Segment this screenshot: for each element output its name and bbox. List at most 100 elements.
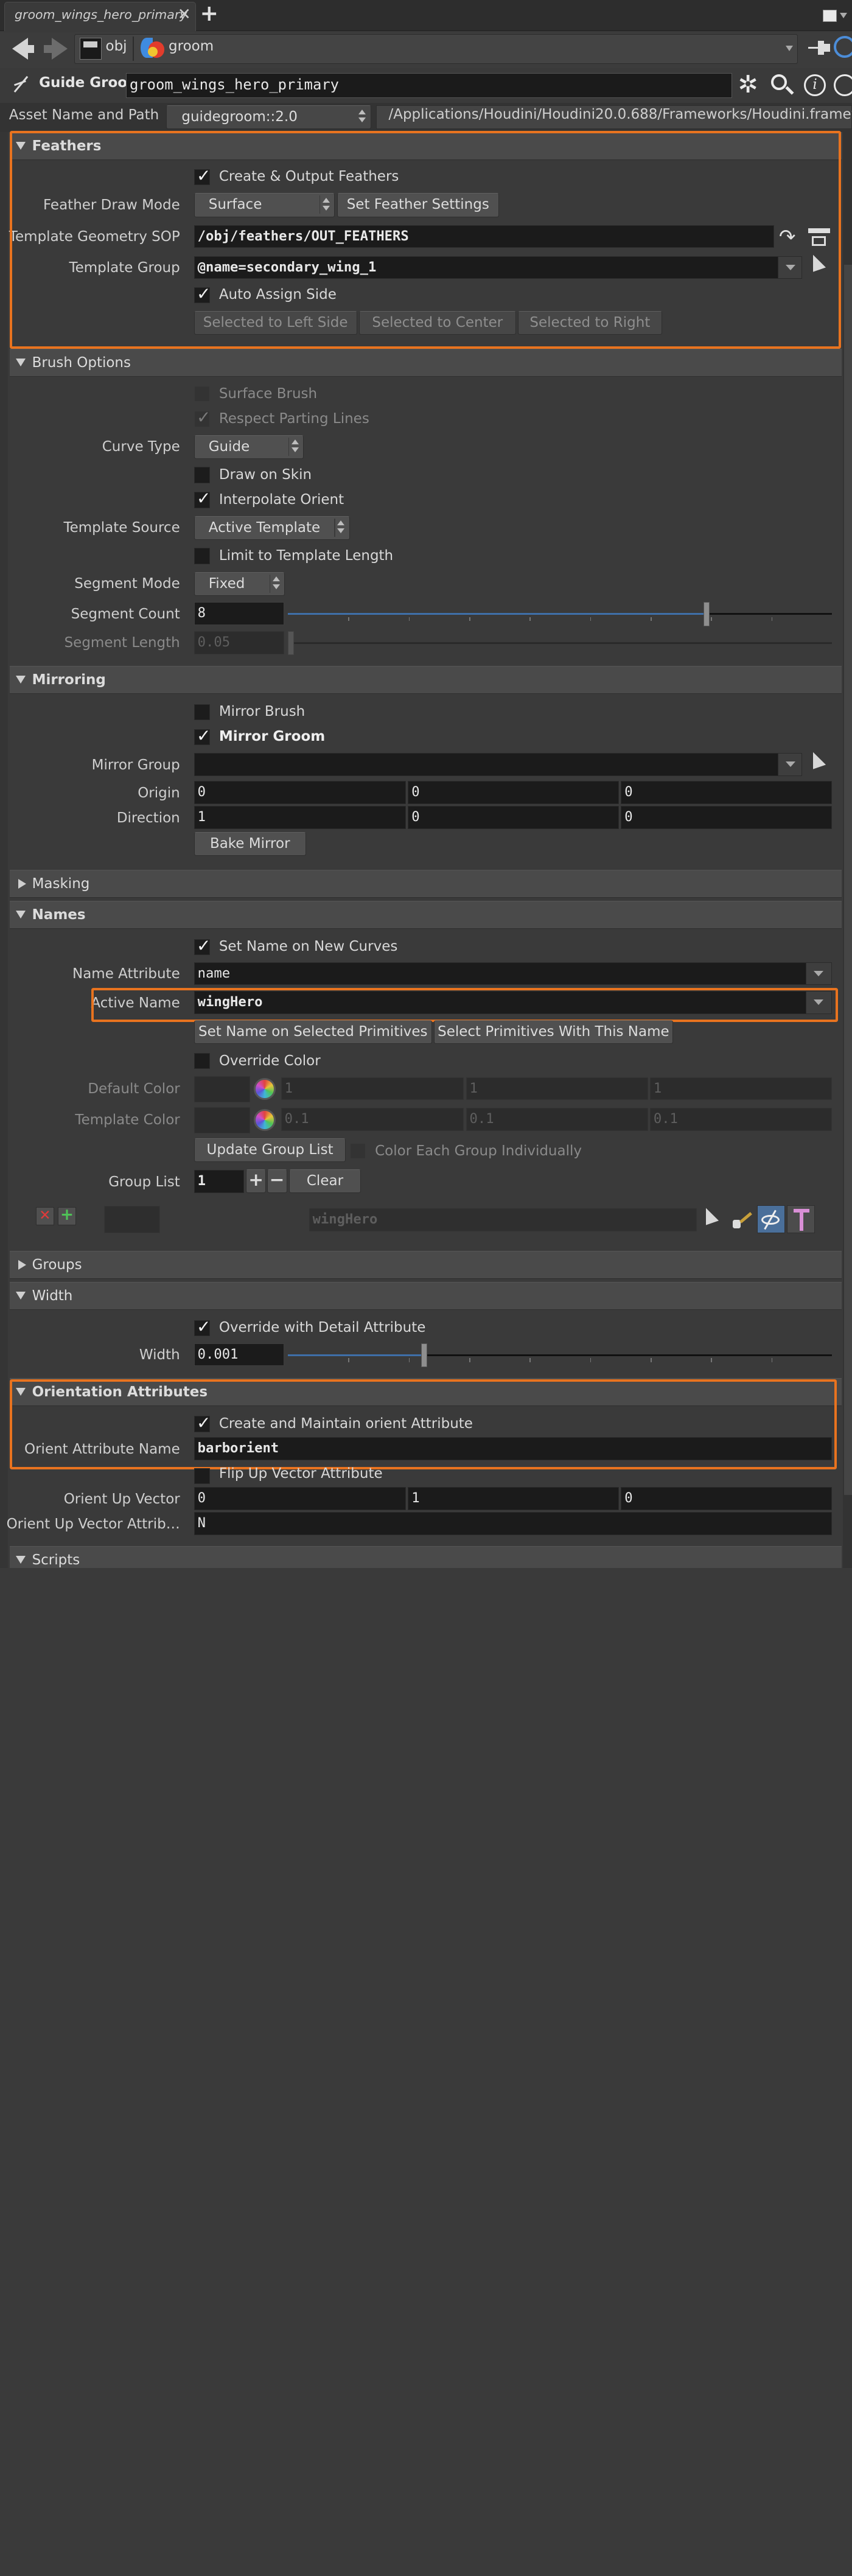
mirror-groom-checkbox[interactable]: ✓ bbox=[194, 727, 211, 746]
segment-count-slider[interactable] bbox=[288, 602, 832, 626]
origin-x[interactable]: 0 bbox=[194, 781, 407, 804]
section-width[interactable]: Width bbox=[10, 1282, 842, 1311]
group-add-button[interactable]: + bbox=[246, 1169, 267, 1194]
active-name-field[interactable]: wingHero bbox=[194, 991, 808, 1014]
segment-length-slider[interactable] bbox=[288, 631, 832, 656]
direction-z[interactable]: 0 bbox=[621, 806, 832, 830]
section-groups[interactable]: Groups bbox=[10, 1251, 842, 1279]
default-color-g[interactable]: 1 bbox=[466, 1077, 648, 1101]
path-groom[interactable]: groom bbox=[169, 38, 214, 54]
name-attribute-dropdown[interactable] bbox=[806, 962, 832, 985]
orient-up-attr-field[interactable]: N bbox=[194, 1512, 832, 1535]
mirror-group-field[interactable] bbox=[194, 753, 780, 776]
segment-length-field[interactable]: 0.05 bbox=[194, 631, 284, 654]
group-remove-button[interactable]: − bbox=[267, 1169, 287, 1194]
color-wheel-icon[interactable] bbox=[254, 1109, 276, 1132]
default-color-r[interactable]: 1 bbox=[281, 1077, 464, 1101]
mirror-brush-checkbox[interactable] bbox=[194, 704, 211, 720]
selected-left-button[interactable]: Selected to Left Side bbox=[194, 310, 357, 335]
template-color-g[interactable]: 0.1 bbox=[466, 1108, 648, 1132]
chevron-down-icon[interactable] bbox=[785, 45, 793, 52]
gear-icon[interactable]: ✲ bbox=[738, 72, 758, 97]
select-pointer-icon[interactable] bbox=[812, 254, 826, 276]
path-field[interactable]: obj groom bbox=[74, 33, 798, 65]
set-name-checkbox[interactable]: ✓ bbox=[194, 937, 211, 956]
update-group-list-button[interactable]: Update Group List bbox=[194, 1138, 346, 1163]
scrollbar-thumb[interactable] bbox=[843, 265, 852, 1496]
mirror-group-dropdown[interactable] bbox=[778, 753, 802, 776]
set-name-selected-button[interactable]: Set Name on Selected Primitives bbox=[194, 1020, 432, 1045]
interpolate-orient-checkbox[interactable]: ✓ bbox=[194, 489, 211, 508]
select-pointer-icon[interactable] bbox=[705, 1208, 719, 1230]
select-primitives-button[interactable]: Select Primitives With This Name bbox=[434, 1020, 673, 1045]
template-source-menu[interactable]: Active Template bbox=[194, 516, 351, 541]
override-detail-checkbox[interactable]: ✓ bbox=[194, 1318, 211, 1337]
curve-type-menu[interactable]: Guide bbox=[194, 435, 304, 460]
entry-name-field[interactable]: wingHero bbox=[309, 1208, 697, 1231]
left-splitter[interactable] bbox=[0, 131, 9, 1569]
visibility-toggle-icon[interactable] bbox=[756, 1205, 785, 1233]
forward-arrow-icon[interactable] bbox=[52, 38, 68, 60]
template-sop-field[interactable]: /obj/feathers/OUT_FEATHERS bbox=[194, 225, 774, 248]
path-obj[interactable]: obj bbox=[106, 38, 127, 54]
node-chooser-icon[interactable] bbox=[806, 224, 832, 248]
section-scripts[interactable]: Scripts bbox=[10, 1546, 842, 1569]
pin-icon[interactable] bbox=[808, 39, 830, 57]
name-attribute-field[interactable]: name bbox=[194, 962, 808, 985]
create-feathers-checkbox[interactable]: ✓ bbox=[194, 166, 211, 185]
template-color-swatch[interactable] bbox=[194, 1107, 250, 1133]
orient-up-y[interactable]: 1 bbox=[408, 1487, 620, 1510]
tab-groom-wings[interactable]: groom_wings_hero_primary ✕ bbox=[4, 2, 197, 31]
template-group-dropdown[interactable] bbox=[778, 256, 802, 279]
auto-assign-checkbox[interactable]: ✓ bbox=[194, 284, 211, 303]
close-icon[interactable]: ✕ bbox=[178, 5, 191, 24]
template-color-b[interactable]: 0.1 bbox=[649, 1108, 832, 1132]
add-tab-button[interactable]: + bbox=[200, 0, 218, 26]
selected-center-button[interactable]: Selected to Center bbox=[358, 310, 516, 335]
respect-parting-checkbox[interactable]: ✓ bbox=[194, 408, 211, 427]
slider-handle[interactable] bbox=[421, 1343, 427, 1367]
section-names[interactable]: Names bbox=[10, 901, 842, 929]
slider-handle[interactable] bbox=[704, 602, 710, 626]
limit-length-checkbox[interactable] bbox=[194, 548, 211, 564]
orient-attr-field[interactable]: barborient bbox=[194, 1437, 832, 1460]
segment-count-field[interactable]: 8 bbox=[194, 602, 284, 625]
surface-brush-checkbox[interactable] bbox=[194, 386, 211, 402]
slider-handle[interactable] bbox=[288, 631, 295, 656]
selected-right-button[interactable]: Selected to Right bbox=[518, 310, 662, 335]
select-pointer-icon[interactable] bbox=[812, 752, 826, 774]
delete-entry-icon[interactable]: ✕ bbox=[36, 1207, 54, 1225]
node-name-field[interactable]: groom_wings_hero_primary bbox=[126, 72, 732, 98]
dropdown-chevron-icon[interactable] bbox=[840, 13, 848, 19]
orient-up-z[interactable]: 0 bbox=[621, 1487, 832, 1510]
entry-color-swatch[interactable] bbox=[103, 1206, 160, 1233]
segment-mode-menu[interactable]: Fixed bbox=[194, 572, 285, 597]
search-icon[interactable] bbox=[770, 74, 795, 98]
draw-on-skin-checkbox[interactable] bbox=[194, 467, 211, 483]
bake-mirror-button[interactable]: Bake Mirror bbox=[194, 831, 306, 856]
section-masking[interactable]: Masking bbox=[10, 870, 842, 898]
template-color-r[interactable]: 0.1 bbox=[281, 1108, 464, 1132]
width-slider[interactable] bbox=[288, 1343, 832, 1367]
origin-z[interactable]: 0 bbox=[621, 781, 832, 804]
section-feathers[interactable]: Feathers bbox=[10, 131, 842, 160]
width-field[interactable]: 0.001 bbox=[194, 1343, 284, 1367]
comb-icon[interactable] bbox=[787, 1205, 815, 1233]
section-brush-options[interactable]: Brush Options bbox=[10, 349, 842, 377]
jump-to-node-icon[interactable]: ↷ bbox=[779, 226, 796, 247]
template-group-field[interactable]: @name=secondary_wing_1 bbox=[194, 256, 780, 279]
direction-x[interactable]: 1 bbox=[194, 806, 407, 830]
default-color-swatch[interactable] bbox=[194, 1076, 250, 1102]
group-list-count[interactable]: 1 bbox=[194, 1170, 244, 1194]
flip-up-vector-checkbox[interactable] bbox=[194, 1468, 211, 1485]
link-icon[interactable] bbox=[834, 36, 852, 58]
override-color-checkbox[interactable] bbox=[194, 1053, 211, 1069]
direction-y[interactable]: 0 bbox=[408, 806, 620, 830]
color-wheel-icon[interactable] bbox=[254, 1078, 276, 1101]
create-orient-checkbox[interactable]: ✓ bbox=[194, 1413, 211, 1432]
draw-mode-menu[interactable]: Surface bbox=[194, 193, 335, 217]
section-orientation[interactable]: Orientation Attributes bbox=[10, 1378, 842, 1407]
asset-name-menu[interactable]: guidegroom::2.0 bbox=[166, 105, 371, 129]
orient-up-x[interactable]: 0 bbox=[194, 1487, 407, 1510]
default-color-b[interactable]: 1 bbox=[649, 1077, 832, 1101]
